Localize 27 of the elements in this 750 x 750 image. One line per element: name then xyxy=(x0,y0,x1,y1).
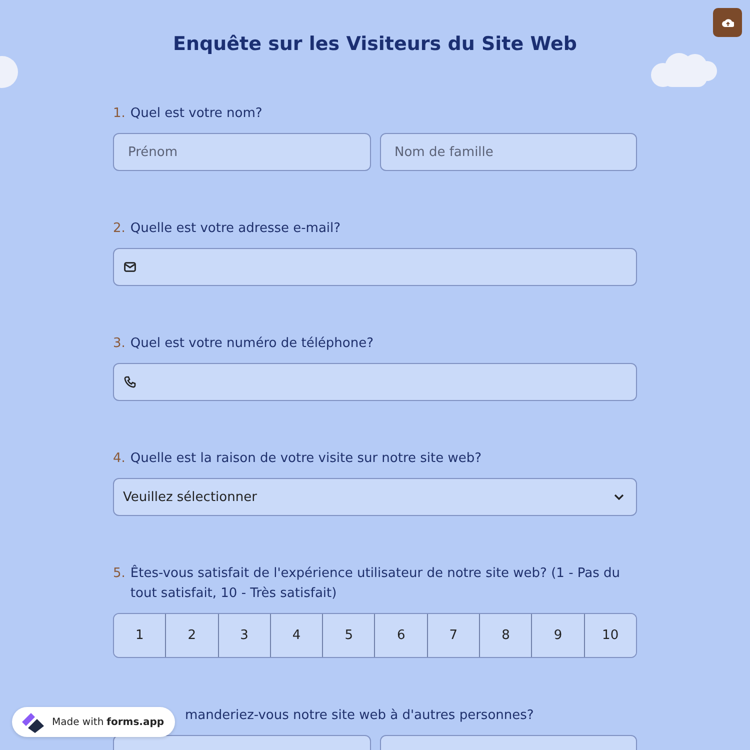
question-number: 2. xyxy=(113,220,126,238)
question-number: 1. xyxy=(113,105,126,123)
question-label: Êtes-vous satisfait de l'expérience utilisateur de notre site web? (1 - Pas du tout satisfait, 10 - Très satisfait) xyxy=(130,564,622,603)
cloud-icon xyxy=(649,51,719,89)
upload-button[interactable] xyxy=(713,8,742,37)
question-label: Quelle est votre adresse e-mail? xyxy=(130,220,341,238)
question-label: Quel est votre numéro de téléphone? xyxy=(130,335,374,353)
text-field[interactable]: Prénom xyxy=(113,133,370,171)
rating-option[interactable]: 10 xyxy=(584,614,636,657)
chevron-down-icon xyxy=(614,494,624,500)
made-with-badge[interactable]: Made with forms.app xyxy=(12,707,176,737)
badge-text: Made with xyxy=(52,716,104,728)
cloud-upload-icon xyxy=(722,18,734,28)
text-field[interactable]: Nom de famille xyxy=(380,133,637,171)
question-label: Quelle est la raison de votre visite sur notre site web? xyxy=(130,450,482,468)
question-label: manderiez-vous notre site web à d'autres personnes? xyxy=(185,707,534,725)
question-number: 5. xyxy=(113,565,126,583)
phone-field[interactable] xyxy=(113,363,637,401)
select-dropdown[interactable]: Veuillez sélectionner xyxy=(113,478,637,516)
question-number: 4. xyxy=(113,450,126,468)
question-number: 3. xyxy=(113,335,126,353)
envelope-icon xyxy=(124,262,136,272)
question-label: Quel est votre nom? xyxy=(130,105,262,123)
email-field[interactable] xyxy=(113,248,637,286)
badge-brand: forms.app xyxy=(106,716,164,728)
phone-icon xyxy=(124,376,136,388)
form-title: Enquête sur les Visiteurs du Site Web xyxy=(172,32,578,57)
